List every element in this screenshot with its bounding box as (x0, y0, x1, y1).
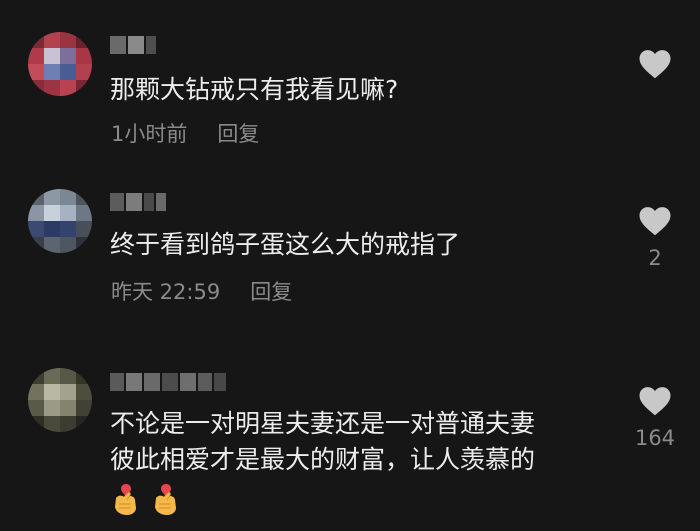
finger-heart-emoji (155, 484, 176, 515)
reply-button[interactable]: 回复 (250, 280, 292, 304)
comment-text-line: 彼此相爱才是最大的财富，让人羡慕的 (110, 445, 536, 474)
username[interactable] (110, 373, 226, 391)
heart-icon (639, 387, 671, 416)
username[interactable] (110, 36, 156, 54)
avatar[interactable] (28, 32, 92, 96)
comment-meta: 昨天 22:59 回复 (111, 276, 292, 306)
username[interactable] (110, 193, 166, 211)
heart-icon (639, 50, 671, 79)
like-count: 2 (648, 246, 662, 270)
heart-icon (639, 207, 671, 236)
avatar[interactable] (28, 189, 92, 253)
emoji-row (110, 482, 182, 516)
reply-button[interactable]: 回复 (217, 122, 259, 146)
like-button[interactable] (625, 48, 685, 79)
comment-text-line: 不论是一对明星夫妻还是一对普通夫妻 (110, 409, 536, 438)
comment-text: 不论是一对明星夫妻还是一对普通夫妻 彼此相爱才是最大的财富，让人羡慕的 (110, 406, 535, 478)
comment-text: 那颗大钻戒只有我看见嘛? (110, 75, 399, 104)
like-button[interactable]: 2 (625, 205, 685, 270)
comment-time: 昨天 22:59 (111, 280, 221, 304)
comment-time: 1小时前 (111, 122, 188, 146)
like-button[interactable]: 164 (625, 385, 685, 450)
comment-text: 终于看到鸽子蛋这么大的戒指了 (110, 230, 461, 259)
comment-meta: 1小时前 回复 (111, 118, 259, 148)
like-count: 164 (634, 426, 676, 450)
avatar[interactable] (28, 368, 92, 432)
finger-heart-emoji (115, 484, 136, 515)
